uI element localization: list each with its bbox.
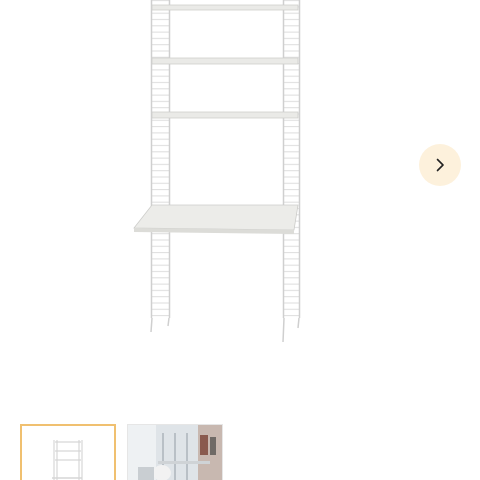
right-side-panel	[282, 0, 301, 343]
shelf-boards	[151, 4, 299, 119]
chevron-right-icon	[436, 158, 444, 172]
room-scene-thumbnail-image	[128, 425, 222, 480]
product-image-gallery	[0, 0, 480, 480]
thumbnail-strip	[0, 424, 480, 480]
desk-board	[133, 204, 299, 234]
shelf-product-thumbnail-image	[52, 440, 83, 480]
next-image-button[interactable]	[419, 144, 461, 186]
thumbnail-product-shelf[interactable]	[20, 424, 116, 480]
left-side-panel	[150, 0, 171, 333]
product-main-image	[133, 0, 301, 343]
thumbnail-room-scene[interactable]	[127, 424, 223, 480]
